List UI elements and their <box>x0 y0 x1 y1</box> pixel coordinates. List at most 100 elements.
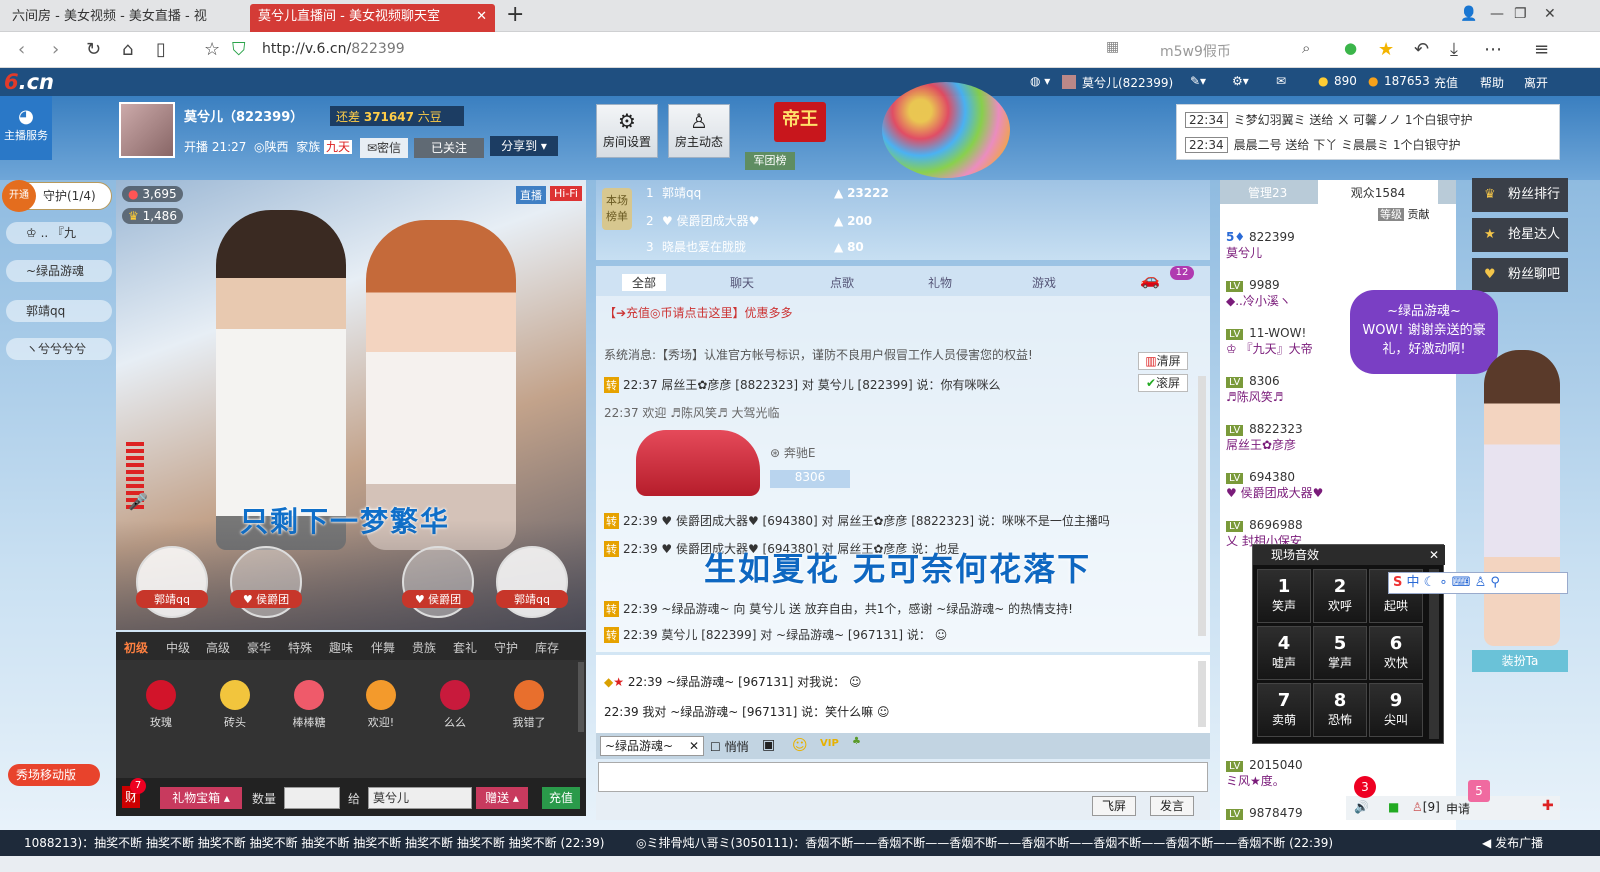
user-row[interactable]: LV 2015040 ミ风★度。 <box>1226 758 1446 789</box>
top-username[interactable]: 莫兮儿(822399) <box>1082 74 1173 91</box>
dress-up-button[interactable]: 装扮Ta <box>1472 650 1568 672</box>
close-tab-icon[interactable]: ✕ <box>476 4 487 30</box>
grab-star-button[interactable]: ★ 抢星达人 <box>1472 218 1568 252</box>
sfx-key[interactable]: 5 掌声 <box>1313 626 1367 680</box>
room-settings-button[interactable]: ⚙ 房间设置 <box>596 104 658 158</box>
gift-welcome[interactable]: 欢迎! <box>356 680 406 730</box>
tab-gift[interactable]: 礼物 <box>928 274 952 291</box>
user-row[interactable]: LV 8822323 屌丝王✿彦彦 <box>1226 422 1446 453</box>
gift-tab[interactable]: 库存 <box>535 639 559 656</box>
minimize-button[interactable]: — <box>1490 6 1504 22</box>
quantity-input[interactable] <box>284 787 340 809</box>
search-input[interactable]: m5w9假币 <box>1160 41 1231 61</box>
broadcast-left[interactable]: 1088213)：抽奖不断 抽奖不断 抽奖不断 抽奖不断 抽奖不断 抽奖不断 抽… <box>24 830 604 856</box>
new-tab-button[interactable]: + <box>506 2 524 27</box>
restore-button[interactable]: ❐ <box>1514 6 1527 22</box>
star-icon[interactable]: ☆ <box>204 39 220 60</box>
scroll-screen-button[interactable]: ✔滚屏 <box>1138 374 1188 392</box>
status-icon[interactable]: ◍ ▾ <box>1030 74 1050 88</box>
chat-input[interactable] <box>598 762 1208 792</box>
chat-scrollbar[interactable] <box>1198 376 1206 636</box>
gift-sorry[interactable]: 我错了 <box>504 680 554 730</box>
broadcast-right[interactable]: ◎ミ排骨炖八哥ミ(3050111)：香烟不断——香烟不断——香烟不断——香烟不断… <box>636 830 1333 856</box>
favorites-icon[interactable]: ★ <box>1378 39 1394 60</box>
back-icon[interactable]: ‹ <box>18 39 25 60</box>
sfx-key[interactable]: 4 嘘声 <box>1257 626 1311 680</box>
sfx-key[interactable]: 6 欢快 <box>1369 626 1423 680</box>
sort-label[interactable]: 等级 贡献 <box>1378 206 1430 222</box>
sticker-icon[interactable]: ♣ <box>852 736 861 747</box>
gift-rose[interactable]: 玫瑰 <box>136 680 186 730</box>
mic-icon[interactable]: 🎤 <box>128 492 148 511</box>
tab-chat[interactable]: 聊天 <box>730 274 754 291</box>
fly-screen-button[interactable]: 飞屏 <box>1092 796 1136 816</box>
car-icon[interactable]: 🚗 <box>1140 270 1160 289</box>
menu-icon[interactable]: ≡ <box>1534 39 1549 60</box>
gift-lollipop[interactable]: 棒棒糖 <box>284 680 334 730</box>
checkbox-icon[interactable]: ☐ <box>710 740 721 754</box>
fans-rank-button[interactable]: ♛ 粉丝排行 <box>1472 178 1568 212</box>
gift-tab[interactable]: 中级 <box>166 639 190 656</box>
send-gift-button[interactable]: 赠送 ▴ <box>476 787 528 809</box>
gift-brick[interactable]: 砖头 <box>210 680 260 730</box>
chat-icon[interactable]: ● <box>1344 39 1357 57</box>
reload-icon[interactable]: ↻ <box>86 39 101 60</box>
search-icon[interactable]: ⌕ <box>1302 39 1310 57</box>
add-icon[interactable]: ✚ <box>1542 798 1554 814</box>
tab-all[interactable]: 全部 <box>622 274 667 291</box>
fans-chat-button[interactable]: ♥ 粉丝聊吧 <box>1472 258 1568 292</box>
rank-row[interactable]: 2 ♥ 侯爵团成大器♥ ▲ 200 <box>646 212 872 229</box>
gift-tab[interactable]: 套礼 <box>453 639 477 656</box>
gift-box-button[interactable]: 礼物宝箱 ▴ <box>160 787 242 809</box>
army-rank-link[interactable]: 军团榜 <box>745 152 795 170</box>
whisper-toggle[interactable]: ☐ 悄悄 <box>710 738 749 755</box>
gift-tab[interactable]: 初级 <box>124 639 148 656</box>
publish-broadcast-button[interactable]: ◀ 发布广播 <box>1482 830 1543 856</box>
host-dynamic-button[interactable]: ♙ 房主动态 <box>668 104 730 158</box>
sfx-key[interactable]: 2 欢呼 <box>1313 569 1367 623</box>
tab-song[interactable]: 点歌 <box>830 274 854 291</box>
host-avatar[interactable] <box>119 102 175 158</box>
gift-scrollbar[interactable] <box>578 662 584 732</box>
rank-row[interactable]: 1 郭靖qq ▲ 23222 <box>646 184 889 201</box>
edit-icon[interactable]: ✎▾ <box>1190 74 1206 88</box>
gift-tab[interactable]: 守护 <box>494 639 518 656</box>
secret-message-button[interactable]: ✉密信 <box>360 138 408 158</box>
share-button[interactable]: 分享到 ▾ <box>490 136 558 156</box>
help-link[interactable]: 帮助 <box>1480 74 1504 91</box>
volume-icon[interactable]: 🔊 <box>1354 800 1369 814</box>
gear-icon[interactable]: ⚙▾ <box>1232 74 1249 88</box>
user-row[interactable]: 5♦ 822399 莫兮儿 <box>1226 230 1446 261</box>
emperor-badge[interactable]: 帝王 <box>774 102 826 142</box>
guard-member[interactable]: ヽ兮兮兮兮 <box>6 338 112 360</box>
tab-6cn-home[interactable]: 六间房 - 美女视频 - 美女直播 - 视 <box>4 4 244 32</box>
emoji-icon[interactable]: ☺ <box>792 736 808 754</box>
more-icon[interactable]: ⋯ <box>1484 39 1502 60</box>
vip-icon[interactable]: VIP <box>820 738 839 749</box>
gift-tab[interactable]: 特殊 <box>288 639 312 656</box>
guard-member[interactable]: ♔ .. 『九 <box>6 222 112 244</box>
sfx-key[interactable]: 1 笑声 <box>1257 569 1311 623</box>
follow-button[interactable]: 已关注 <box>414 138 484 158</box>
sfx-key[interactable]: 9 尖叫 <box>1369 683 1423 737</box>
chat-target-select[interactable]: ~绿品游魂~ ✕ <box>600 736 704 756</box>
recipient-select[interactable]: 莫兮儿 <box>368 787 472 809</box>
recharge-link[interactable]: 充值 <box>1434 74 1458 91</box>
gift-tab[interactable]: 伴舞 <box>371 639 395 656</box>
leave-link[interactable]: 离开 <box>1524 74 1548 91</box>
tab-audience[interactable]: 观众1584 <box>1318 180 1438 204</box>
apply-button[interactable]: 申请 <box>1446 800 1470 817</box>
sfx-key[interactable]: 7 卖萌 <box>1257 683 1311 737</box>
gift-tab[interactable]: 趣味 <box>329 639 353 656</box>
guard-member[interactable]: 郭靖qq <box>6 300 112 322</box>
forward-icon[interactable]: › <box>52 39 59 60</box>
guard-open-button[interactable]: 开通 <box>2 180 36 212</box>
user-icon[interactable]: 👤 <box>1460 6 1477 22</box>
rank-row[interactable]: 3 晓晨也爱在胧胧 ▲ 80 <box>646 238 864 255</box>
reading-icon[interactable]: ▯ <box>156 39 166 60</box>
site-logo[interactable]: 6.cn <box>4 70 54 94</box>
sfx-scrollbar[interactable] <box>1429 569 1439 739</box>
close-icon[interactable]: ✕ <box>689 737 703 755</box>
gift-kiss[interactable]: 么么 <box>430 680 480 730</box>
send-message-button[interactable]: 发言 <box>1150 796 1194 816</box>
